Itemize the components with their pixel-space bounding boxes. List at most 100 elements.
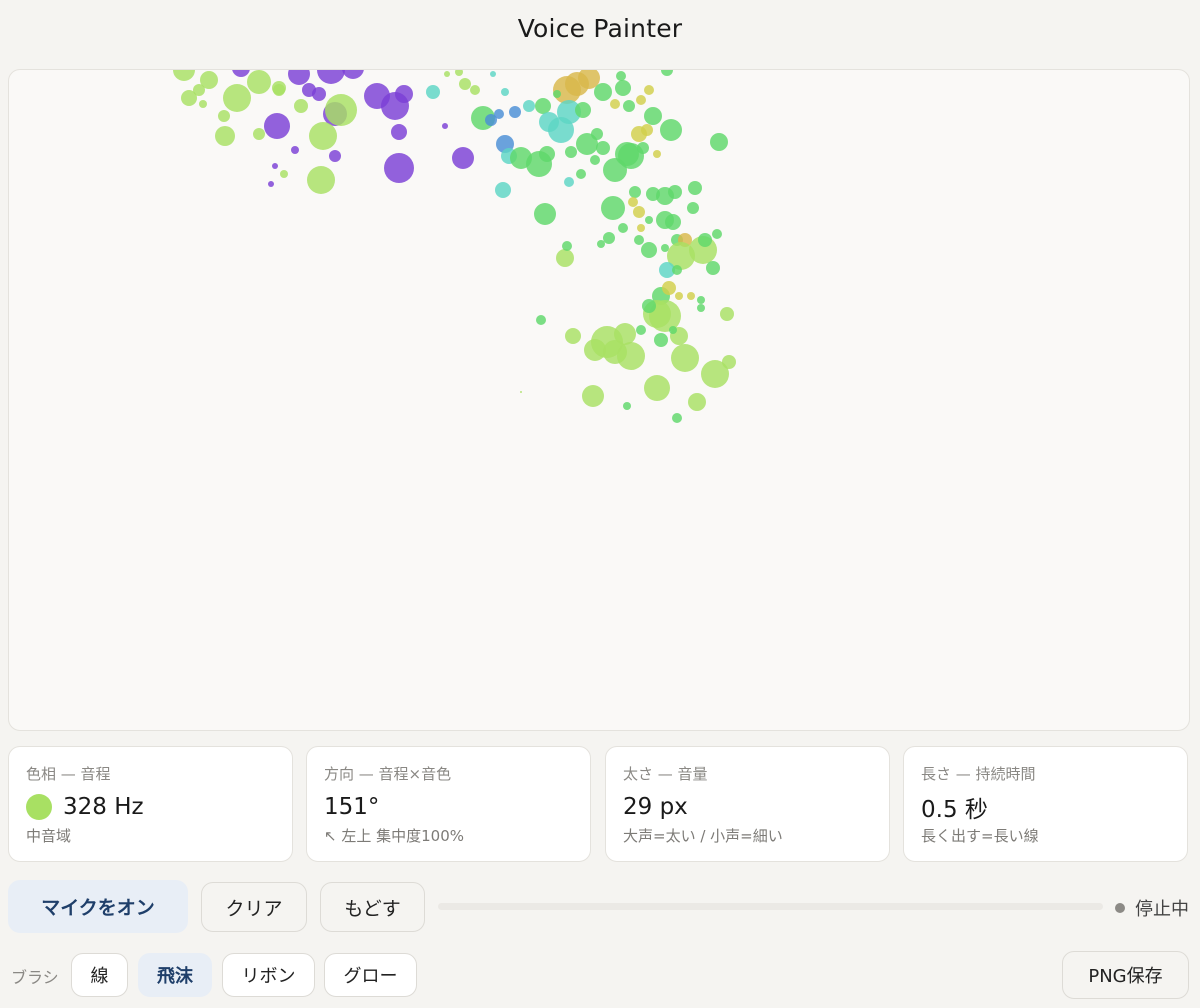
paint-dot [562, 241, 572, 251]
paint-dot [535, 98, 551, 114]
paint-dot [173, 70, 195, 81]
paint-dot [565, 146, 577, 158]
paint-dot [641, 124, 653, 136]
brush-option-glow[interactable]: グロー [324, 953, 417, 997]
paint-dot [623, 402, 631, 410]
paint-dot [294, 99, 308, 113]
paint-dot [618, 223, 628, 233]
hue-value: 328 Hz [63, 794, 144, 820]
paint-dot [675, 292, 683, 300]
paint-dot [672, 413, 682, 423]
length-label: 長さ — 持続時間 [921, 765, 1036, 783]
paint-dot [575, 102, 591, 118]
paint-dot [490, 71, 496, 77]
paint-dot [615, 80, 631, 96]
paint-dot [668, 185, 682, 199]
paint-dot [644, 107, 662, 125]
paint-dot [687, 292, 695, 300]
paint-dot [669, 326, 677, 334]
paint-dot [391, 124, 407, 140]
paint-dot [603, 232, 615, 244]
brush-option-splatter[interactable]: 飛沫 [138, 953, 212, 997]
clear-button[interactable]: クリア [201, 882, 307, 932]
paint-dot [594, 83, 612, 101]
paint-dot [637, 142, 649, 154]
length-value: 0.5 秒 [921, 797, 988, 823]
paint-dot [495, 182, 511, 198]
paint-dot [426, 85, 440, 99]
paint-dot [628, 197, 638, 207]
paint-dot [710, 133, 728, 151]
paint-dot [645, 216, 653, 224]
paint-dot [565, 328, 581, 344]
paint-dot [688, 181, 702, 195]
status-text: 停止中 [1135, 899, 1189, 920]
save-png-button[interactable]: PNG保存 [1062, 951, 1189, 999]
paint-dot [597, 240, 605, 248]
undo-button[interactable]: もどす [320, 882, 425, 932]
paint-dot [636, 325, 646, 335]
paint-dot [660, 119, 682, 141]
paint-dot [539, 146, 555, 162]
paint-dot [494, 109, 504, 119]
length-card: 長さ — 持続時間 0.5 秒 長く出す=長い線 [903, 746, 1188, 862]
paint-dot [661, 244, 669, 252]
brush-option-ribbon[interactable]: リボン [222, 953, 315, 997]
paint-dot [697, 304, 705, 312]
paint-dot [325, 94, 357, 126]
app-title: Voice Painter [517, 14, 683, 43]
paint-dot [536, 315, 546, 325]
paint-dot [564, 177, 574, 187]
paint-dot [629, 186, 641, 198]
paint-dot [501, 88, 509, 96]
paint-dot [215, 126, 235, 146]
drawing-canvas[interactable] [8, 69, 1190, 731]
paint-dot [623, 100, 635, 112]
paint-dot [706, 261, 720, 275]
paint-dot [459, 78, 471, 90]
brush-option-line[interactable]: 線 [71, 953, 128, 997]
paint-dot [455, 70, 463, 76]
paint-dot [712, 229, 722, 239]
input-level-meter [438, 903, 1103, 910]
paint-dot [317, 70, 345, 84]
paint-dot [232, 70, 250, 77]
paint-dot [199, 100, 207, 108]
paint-dot [395, 85, 413, 103]
brush-label: ブラシ [11, 968, 59, 987]
paint-dot [452, 147, 474, 169]
mic-toggle-button[interactable]: マイクをオン [8, 880, 188, 933]
paint-dot [342, 70, 364, 79]
paint-dot [584, 339, 606, 361]
paint-dot [582, 385, 604, 407]
color-swatch [26, 794, 52, 820]
direction-value: 151° [324, 794, 380, 820]
paint-dot [272, 163, 278, 169]
paint-dot [556, 249, 574, 267]
paint-dot [280, 170, 288, 178]
paint-dot [553, 90, 561, 98]
paint-dot [329, 150, 341, 162]
paint-dot [509, 106, 521, 118]
paint-dot [661, 70, 673, 76]
paint-dot [617, 342, 645, 370]
hue-sub: 中音域 [26, 827, 72, 845]
status-dot-icon [1115, 903, 1125, 913]
paint-dot [610, 99, 620, 109]
paint-dot [264, 113, 290, 139]
paint-dot [288, 70, 310, 85]
direction-sub: ↖ 左上 集中度100% [324, 827, 464, 845]
paint-dot [312, 87, 326, 101]
paint-dot [688, 393, 706, 411]
paint-dot [523, 100, 535, 112]
direction-card: 方向 — 音程×音色 151° ↖ 左上 集中度100% [306, 746, 591, 862]
mic-status: 停止中 [1115, 895, 1189, 921]
paint-dot [642, 299, 656, 313]
paint-dot [309, 122, 337, 150]
paint-dot [634, 235, 644, 245]
paint-splatter-layer [173, 70, 736, 423]
paint-dot [253, 128, 265, 140]
paint-dot [687, 202, 699, 214]
paint-dot [697, 296, 705, 304]
direction-label: 方向 — 音程×音色 [324, 765, 452, 783]
